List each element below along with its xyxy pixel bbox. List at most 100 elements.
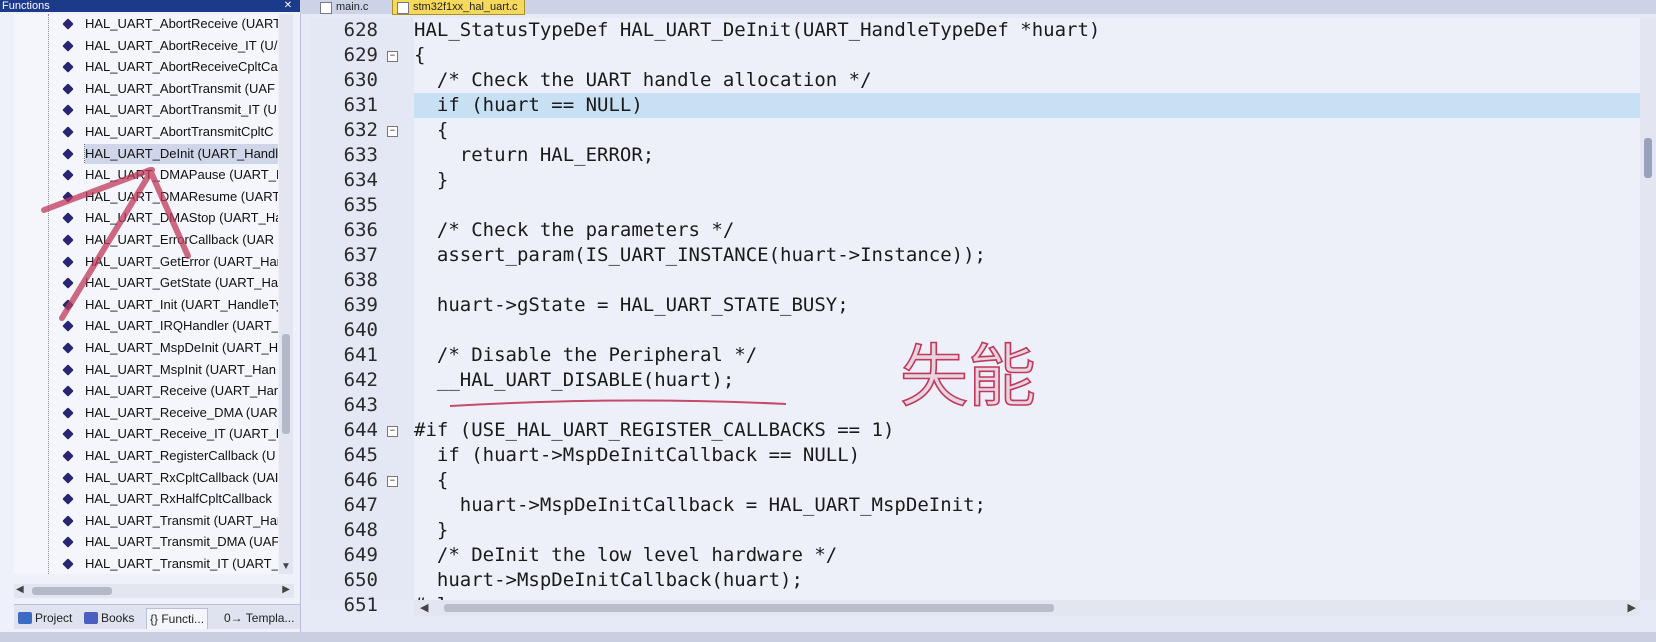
function-list-item[interactable]: HAL_UART_IRQHandler (UART_	[14, 316, 278, 336]
function-list-item[interactable]: HAL_UART_RxHalfCpltCallback	[14, 489, 278, 509]
panel-tab-functions[interactable]: {} Functi...	[146, 608, 209, 629]
status-bar	[0, 632, 1656, 642]
code-line[interactable]: if (huart == NULL)	[414, 93, 1640, 118]
function-list-item[interactable]: HAL_UART_Transmit (UART_Har	[14, 511, 278, 531]
line-number: 640	[343, 319, 378, 341]
code-line[interactable]: huart->MspDeInitCallback = HAL_UART_MspD…	[414, 493, 1640, 518]
code-line[interactable]: huart->MspDeInitCallback(huart);	[414, 568, 1640, 593]
editor-horizontal-scrollbar[interactable]: ◀ ▶	[414, 600, 1640, 616]
code-line[interactable]: return HAL_ERROR;	[414, 143, 1640, 168]
code-line[interactable]	[414, 193, 1640, 218]
code-line[interactable]: #if (USE_HAL_UART_REGISTER_CALLBACKS == …	[414, 418, 1640, 443]
function-list-item[interactable]: HAL_UART_AbortReceive (UART	[14, 14, 278, 34]
code-line[interactable]	[414, 268, 1640, 293]
function-list-item[interactable]: HAL_UART_DMAResume (UART	[14, 187, 278, 207]
code-line[interactable]: /* Disable the Peripheral */	[414, 343, 1640, 368]
function-list-item[interactable]: HAL_UART_GetError (UART_Har	[14, 252, 278, 272]
line-number: 635	[343, 194, 378, 216]
function-list-item[interactable]: HAL_UART_Receive (UART_Han	[14, 381, 278, 401]
panel-tab-books[interactable]: Books	[84, 608, 134, 628]
scrollbar-thumb[interactable]	[1644, 138, 1652, 178]
scroll-left-arrow-icon[interactable]: ◀	[16, 584, 24, 595]
functions-panel: Functions ✕ HAL_UART_AbortReceive (UART H…	[0, 0, 301, 642]
code-line[interactable]: if (huart->MspDeInitCallback == NULL)	[414, 443, 1640, 468]
fold-toggle-icon[interactable]: −	[387, 476, 398, 487]
line-number-row: 640	[310, 318, 406, 343]
function-list-item[interactable]: HAL_UART_AbortTransmitCpltC	[14, 122, 278, 142]
scrollbar-thumb[interactable]	[282, 334, 290, 434]
function-name: HAL_UART_RegisterCallback (U	[85, 448, 276, 463]
function-list-item[interactable]: HAL_UART_Init (UART_HandleTy	[14, 295, 278, 315]
panel-tab-templates[interactable]: 0→ Templa...	[224, 608, 294, 628]
fold-toggle-icon[interactable]: −	[387, 51, 398, 62]
editor-tab[interactable]: stm32f1xx_hal_uart.c	[392, 0, 525, 15]
editor-tab-label: main.c	[336, 1, 369, 13]
scroll-right-arrow-icon[interactable]: ▶	[1628, 601, 1636, 614]
function-list-item[interactable]: HAL_UART_DeInit (UART_Handl	[14, 143, 278, 164]
scroll-left-arrow-icon[interactable]: ◀	[420, 601, 428, 614]
function-name: HAL_UART_AbortTransmit (UAF	[85, 80, 275, 96]
fold-toggle-icon[interactable]: −	[387, 426, 398, 437]
function-name: HAL_UART_Receive (UART_Han	[85, 383, 278, 399]
line-number: 629	[343, 44, 378, 66]
line-number-row: 628	[310, 18, 406, 43]
scrollbar-thumb[interactable]	[32, 587, 112, 595]
line-number: 649	[343, 544, 378, 566]
code-line[interactable]: /* Check the parameters */	[414, 218, 1640, 243]
editor-vertical-scrollbar[interactable]	[1640, 18, 1656, 600]
function-list-item[interactable]: HAL_UART_RxCpltCallback (UAI	[14, 468, 278, 488]
function-list-item[interactable]: HAL_UART_AbortTransmit (UAF	[14, 79, 278, 99]
code-line[interactable]	[414, 318, 1640, 343]
line-number: 639	[343, 294, 378, 316]
code-line[interactable]: {	[414, 118, 1640, 143]
function-list-item[interactable]: HAL_UART_RegisterCallback (U	[14, 446, 278, 466]
function-list-vertical-scrollbar[interactable]: ▼	[279, 14, 293, 574]
code-line[interactable]: HAL_StatusTypeDef HAL_UART_DeInit(UART_H…	[414, 18, 1640, 43]
function-name: HAL_UART_ErrorCallback (UAR	[85, 232, 275, 247]
function-list-item[interactable]: HAL_UART_Transmit_DMA (UAF	[14, 532, 278, 552]
scrollbar-thumb[interactable]	[444, 604, 1054, 612]
line-number-row: 642	[310, 368, 406, 393]
function-list-item[interactable]: HAL_UART_ErrorCallback (UAR	[14, 230, 278, 250]
line-number-row: 649	[310, 543, 406, 568]
code-line[interactable]: {	[414, 43, 1640, 68]
function-list-item[interactable]: HAL_UART_Transmit_IT (UART_I	[14, 554, 278, 574]
line-number-row: 629−	[310, 43, 406, 68]
function-name: HAL_UART_DMAPause (UART_H	[85, 167, 278, 183]
code-line[interactable]: #else	[414, 593, 1640, 600]
function-diamond-icon	[62, 18, 74, 30]
code-line[interactable]: /* DeInit the low level hardware */	[414, 543, 1640, 568]
line-number-row: 648	[310, 518, 406, 543]
panel-tab-project[interactable]: Project	[18, 608, 72, 628]
line-number-row: 632−	[310, 118, 406, 143]
code-line[interactable]: }	[414, 168, 1640, 193]
function-list-item[interactable]: HAL_UART_MspInit (UART_Han	[14, 360, 278, 380]
editor-tab[interactable]: main.c	[316, 0, 374, 14]
code-line[interactable]: }	[414, 518, 1640, 543]
function-list-item[interactable]: HAL_UART_AbortTransmit_IT (U	[14, 100, 278, 120]
fold-toggle-icon[interactable]: −	[387, 126, 398, 137]
function-list-item[interactable]: HAL_UART_DMAPause (UART_H	[14, 165, 278, 185]
function-list-item[interactable]: HAL_UART_Receive_IT (UART_H	[14, 424, 278, 444]
function-list-item[interactable]: HAL_UART_AbortReceiveCpltCa	[14, 57, 278, 77]
code-line[interactable]: __HAL_UART_DISABLE(huart);	[414, 368, 1640, 393]
code-line[interactable]: /* Check the UART handle allocation */	[414, 68, 1640, 93]
function-diamond-icon	[62, 428, 74, 441]
function-diamond-icon	[62, 255, 74, 268]
code-line[interactable]	[414, 393, 1640, 418]
code-line[interactable]: huart->gState = HAL_UART_STATE_BUSY;	[414, 293, 1640, 318]
code-editor[interactable]: HAL_StatusTypeDef HAL_UART_DeInit(UART_H…	[414, 18, 1640, 600]
function-list-item[interactable]: HAL_UART_GetState (UART_Har	[14, 273, 278, 293]
scroll-right-arrow-icon[interactable]: ▶	[282, 584, 290, 595]
function-list-horizontal-scrollbar[interactable]: ◀ ▶	[14, 584, 294, 598]
code-line[interactable]: {	[414, 468, 1640, 493]
scroll-down-arrow-icon[interactable]: ▼	[281, 561, 291, 572]
function-diamond-icon	[62, 234, 74, 246]
function-list-item[interactable]: HAL_UART_DMAStop (UART_Ha	[14, 208, 278, 228]
function-list-item[interactable]: HAL_UART_MspDeInit (UART_H	[14, 338, 278, 358]
close-icon[interactable]: ✕	[282, 0, 294, 12]
function-list-item[interactable]: HAL_UART_AbortReceive_IT (U/	[14, 36, 278, 56]
function-list-item[interactable]: HAL_UART_Receive_DMA (UAR	[14, 403, 278, 423]
code-line[interactable]: assert_param(IS_UART_INSTANCE(huart->Ins…	[414, 243, 1640, 268]
line-number-row: 636	[310, 218, 406, 243]
